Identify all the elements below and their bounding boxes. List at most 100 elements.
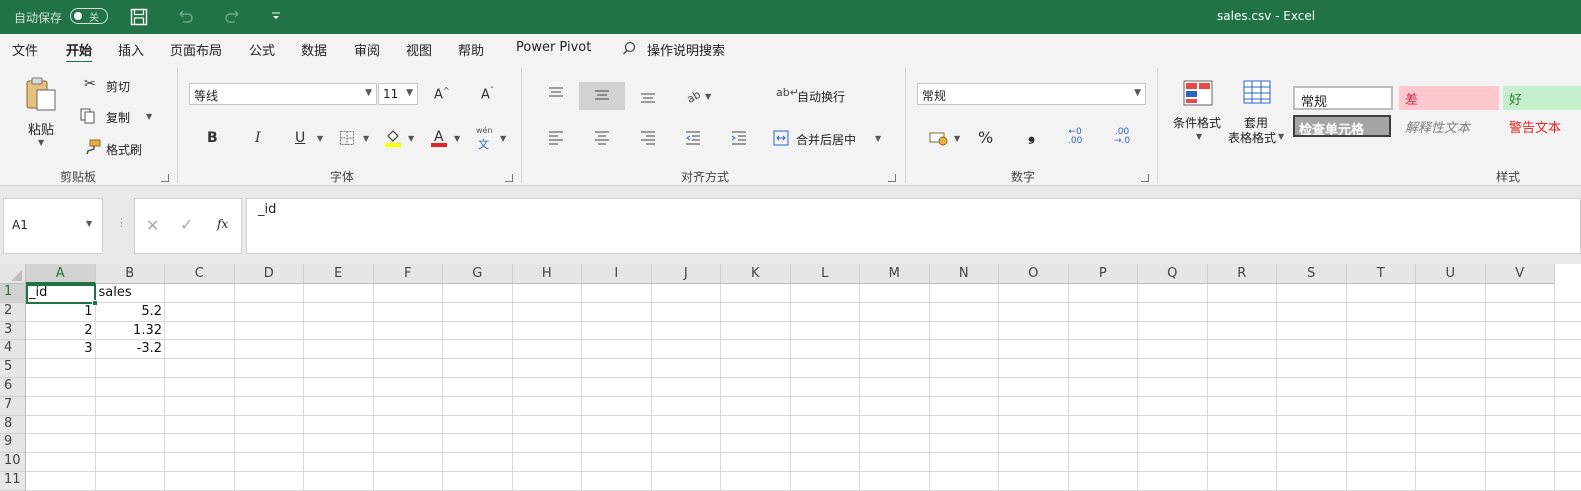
bold-button[interactable]: B bbox=[207, 130, 218, 146]
decrease-decimal-icon[interactable]: .00 →.0 bbox=[1114, 128, 1130, 146]
tab-formulas[interactable]: 公式 bbox=[249, 40, 275, 59]
column-header-G[interactable]: G bbox=[443, 264, 513, 284]
undo-icon[interactable] bbox=[176, 8, 194, 24]
save-icon[interactable] bbox=[130, 8, 148, 26]
wrap-text-button[interactable]: 自动换行 bbox=[797, 88, 845, 105]
cell-A3[interactable]: 2 bbox=[26, 322, 96, 340]
column-header-C[interactable]: C bbox=[165, 264, 235, 284]
increase-font-size-icon[interactable]: A^ bbox=[434, 86, 450, 102]
row-header-1[interactable]: 1 bbox=[0, 284, 26, 303]
clipboard-launcher[interactable] bbox=[161, 174, 169, 182]
style-explanatory[interactable]: 解释性文本 bbox=[1399, 114, 1499, 138]
select-all-corner[interactable] bbox=[0, 264, 26, 284]
alignment-launcher[interactable] bbox=[888, 174, 896, 182]
customize-quick-access-icon[interactable] bbox=[270, 10, 282, 22]
style-check-cell[interactable]: 检查单元格 bbox=[1293, 115, 1391, 137]
redo-icon[interactable] bbox=[224, 8, 242, 24]
column-header-U[interactable]: U bbox=[1416, 264, 1486, 284]
phonetic-dropdown[interactable]: ▼ bbox=[500, 134, 506, 143]
cut-button[interactable]: 剪切 bbox=[106, 78, 130, 95]
cell-B2[interactable]: 5.2 bbox=[96, 303, 166, 321]
column-header-S[interactable]: S bbox=[1277, 264, 1347, 284]
column-header-Q[interactable]: Q bbox=[1138, 264, 1208, 284]
column-header-F[interactable]: F bbox=[373, 264, 443, 284]
align-left-icon[interactable] bbox=[548, 131, 564, 145]
row-header-8[interactable]: 8 bbox=[0, 415, 26, 435]
paste-dropdown[interactable]: ▼ bbox=[38, 138, 44, 147]
row-header-7[interactable]: 7 bbox=[0, 396, 26, 416]
orientation-dropdown[interactable]: ▼ bbox=[705, 92, 711, 101]
column-header-J[interactable]: J bbox=[651, 264, 721, 284]
column-header-H[interactable]: H bbox=[512, 264, 582, 284]
tab-help[interactable]: 帮助 bbox=[458, 40, 484, 59]
conditional-format-button[interactable]: 条件格式 bbox=[1173, 114, 1221, 131]
format-as-table-button[interactable]: 表格格式 bbox=[1228, 129, 1276, 146]
column-header-D[interactable]: D bbox=[234, 264, 304, 284]
column-header-O[interactable]: O bbox=[999, 264, 1069, 284]
tab-page-layout[interactable]: 页面布局 bbox=[170, 40, 222, 59]
underline-dropdown[interactable]: ▼ bbox=[317, 134, 323, 143]
format-painter-button[interactable]: 格式刷 bbox=[106, 141, 142, 158]
copy-dropdown[interactable]: ▼ bbox=[146, 112, 152, 121]
column-header-I[interactable]: I bbox=[582, 264, 652, 284]
cell-B1[interactable]: sales bbox=[96, 284, 166, 302]
percent-button[interactable]: % bbox=[978, 128, 993, 147]
enter-check-icon[interactable]: ✓ bbox=[180, 215, 193, 234]
cell-A4[interactable]: 3 bbox=[26, 340, 96, 358]
tab-view[interactable]: 视图 bbox=[406, 40, 432, 59]
column-header-L[interactable]: L bbox=[790, 264, 860, 284]
tab-power-pivot[interactable]: Power Pivot bbox=[516, 40, 591, 55]
column-header-R[interactable]: R bbox=[1207, 264, 1277, 284]
font-color-dropdown[interactable]: ▼ bbox=[454, 134, 460, 143]
increase-decimal-icon[interactable]: ←0.00 bbox=[1068, 128, 1082, 146]
style-bad[interactable]: 差 bbox=[1399, 86, 1499, 110]
copy-button[interactable]: 复制 bbox=[106, 109, 130, 126]
orientation-icon[interactable]: ab bbox=[685, 86, 703, 104]
column-header-T[interactable]: T bbox=[1346, 264, 1416, 284]
border-icon[interactable] bbox=[339, 130, 355, 146]
font-color-icon[interactable]: A bbox=[430, 128, 448, 148]
column-header-M[interactable]: M bbox=[860, 264, 930, 284]
cell-B3[interactable]: 1.32 bbox=[96, 322, 166, 340]
formula-input[interactable]: _id bbox=[246, 198, 1581, 254]
font-launcher[interactable] bbox=[505, 174, 513, 182]
font-name-select[interactable]: 等线 ▼ bbox=[189, 83, 377, 105]
row-header-2[interactable]: 2 bbox=[0, 302, 26, 322]
style-good[interactable]: 好 bbox=[1503, 86, 1581, 110]
column-header-B[interactable]: B bbox=[95, 264, 165, 284]
conditional-format-dropdown[interactable]: ▼ bbox=[1196, 132, 1202, 141]
worksheet-grid[interactable]: ABCDEFGHIJKLMNOPQRSTUV 1 2 3 4 5 6 7 8 9 10 11 _id… bbox=[0, 264, 1581, 491]
splitter-handle[interactable]: ⋮ bbox=[116, 216, 127, 229]
row-header-9[interactable]: 9 bbox=[0, 434, 26, 454]
column-header-E[interactable]: E bbox=[304, 264, 374, 284]
fill-color-dropdown[interactable]: ▼ bbox=[408, 134, 414, 143]
number-launcher[interactable] bbox=[1141, 174, 1149, 182]
merge-dropdown[interactable]: ▼ bbox=[875, 134, 881, 143]
style-normal[interactable]: 常规 bbox=[1293, 86, 1393, 110]
row-header-4[interactable]: 4 bbox=[0, 340, 26, 360]
insert-function-icon[interactable]: fx bbox=[217, 217, 228, 231]
cell-B4[interactable]: -3.2 bbox=[96, 340, 166, 358]
decrease-font-size-icon[interactable]: Aˇ bbox=[481, 86, 494, 102]
tab-insert[interactable]: 插入 bbox=[118, 40, 144, 59]
tab-review[interactable]: 审阅 bbox=[354, 40, 380, 59]
underline-button[interactable]: U bbox=[295, 130, 305, 146]
name-box[interactable]: A1 ▼ bbox=[3, 198, 103, 254]
row-header-5[interactable]: 5 bbox=[0, 359, 26, 378]
merge-center-button[interactable]: 合并后居中 bbox=[796, 131, 856, 148]
cancel-icon[interactable]: ✕ bbox=[146, 216, 159, 235]
italic-button[interactable]: I bbox=[255, 130, 261, 146]
number-format-select[interactable]: 常规 ▼ bbox=[917, 83, 1146, 105]
comma-style-button[interactable]: ❟ bbox=[1028, 124, 1035, 145]
autosave-toggle[interactable]: 关 bbox=[70, 8, 108, 24]
align-center-icon[interactable] bbox=[594, 131, 610, 145]
row-header-10[interactable]: 10 bbox=[0, 453, 26, 472]
column-header-P[interactable]: P bbox=[1068, 264, 1138, 284]
align-bottom-icon[interactable] bbox=[640, 93, 656, 105]
phonetic-guide-top[interactable]: wén bbox=[476, 126, 493, 135]
column-header-A[interactable]: A bbox=[26, 264, 96, 284]
style-warning[interactable]: 警告文本 bbox=[1503, 114, 1581, 138]
tell-me-search[interactable]: 操作说明搜索 bbox=[647, 40, 725, 59]
accounting-format-icon[interactable] bbox=[929, 130, 949, 146]
border-dropdown[interactable]: ▼ bbox=[363, 134, 369, 143]
